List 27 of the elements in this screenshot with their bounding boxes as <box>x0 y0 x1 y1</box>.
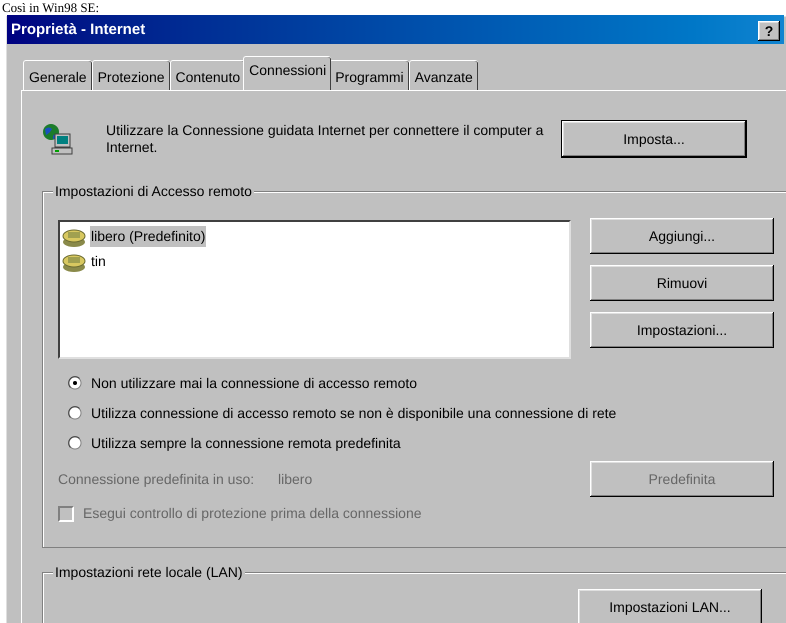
lan-settings-button[interactable]: Impostazioni LAN... <box>578 589 762 623</box>
tab[interactable]: Generale <box>23 60 92 90</box>
connection-item[interactable]: libero (Predefinito) <box>90 226 206 247</box>
tab[interactable]: Avanzate <box>408 60 478 90</box>
radio-button[interactable] <box>68 376 82 390</box>
connection-button[interactable]: Impostazioni... <box>590 312 774 348</box>
checkbox-label: Esegui controllo di protezione prima della connessione <box>83 504 422 523</box>
tab[interactable]: Connessioni <box>243 56 332 90</box>
wizard-description: Utilizzare la Connessione guidata Internet per connettere il computer a Internet. <box>106 121 544 156</box>
tab[interactable]: Programmi <box>329 60 409 90</box>
connection-button[interactable]: Rimuovi <box>590 265 774 301</box>
default-connection-label: Connessione predefinita in uso: <box>58 470 256 489</box>
setup-button[interactable]: Imposta... <box>562 121 746 157</box>
default-connection-value: libero <box>278 470 314 488</box>
window-title: Proprietà - Internet <box>11 20 146 40</box>
radio-button[interactable] <box>68 436 82 450</box>
tab[interactable]: Protezione <box>92 60 170 90</box>
radio-label: Utilizza sempre la connessione remota predefinita <box>91 434 401 453</box>
help-button[interactable]: ? <box>758 20 780 40</box>
connection-item[interactable]: tin <box>90 251 107 272</box>
radio-label: Non utilizzare mai la connessione di accesso remoto <box>91 374 418 392</box>
globe-computer-icon <box>42 123 74 157</box>
radio-label: Utilizza connessione di accesso remoto se non è disponibile una connessione di rete <box>91 404 616 423</box>
tab[interactable]: Contenuto <box>170 60 246 90</box>
radio-button[interactable] <box>68 406 82 420</box>
connection-button[interactable]: Aggiungi... <box>590 218 774 254</box>
caption: Così in Win98 SE: <box>2 0 100 15</box>
